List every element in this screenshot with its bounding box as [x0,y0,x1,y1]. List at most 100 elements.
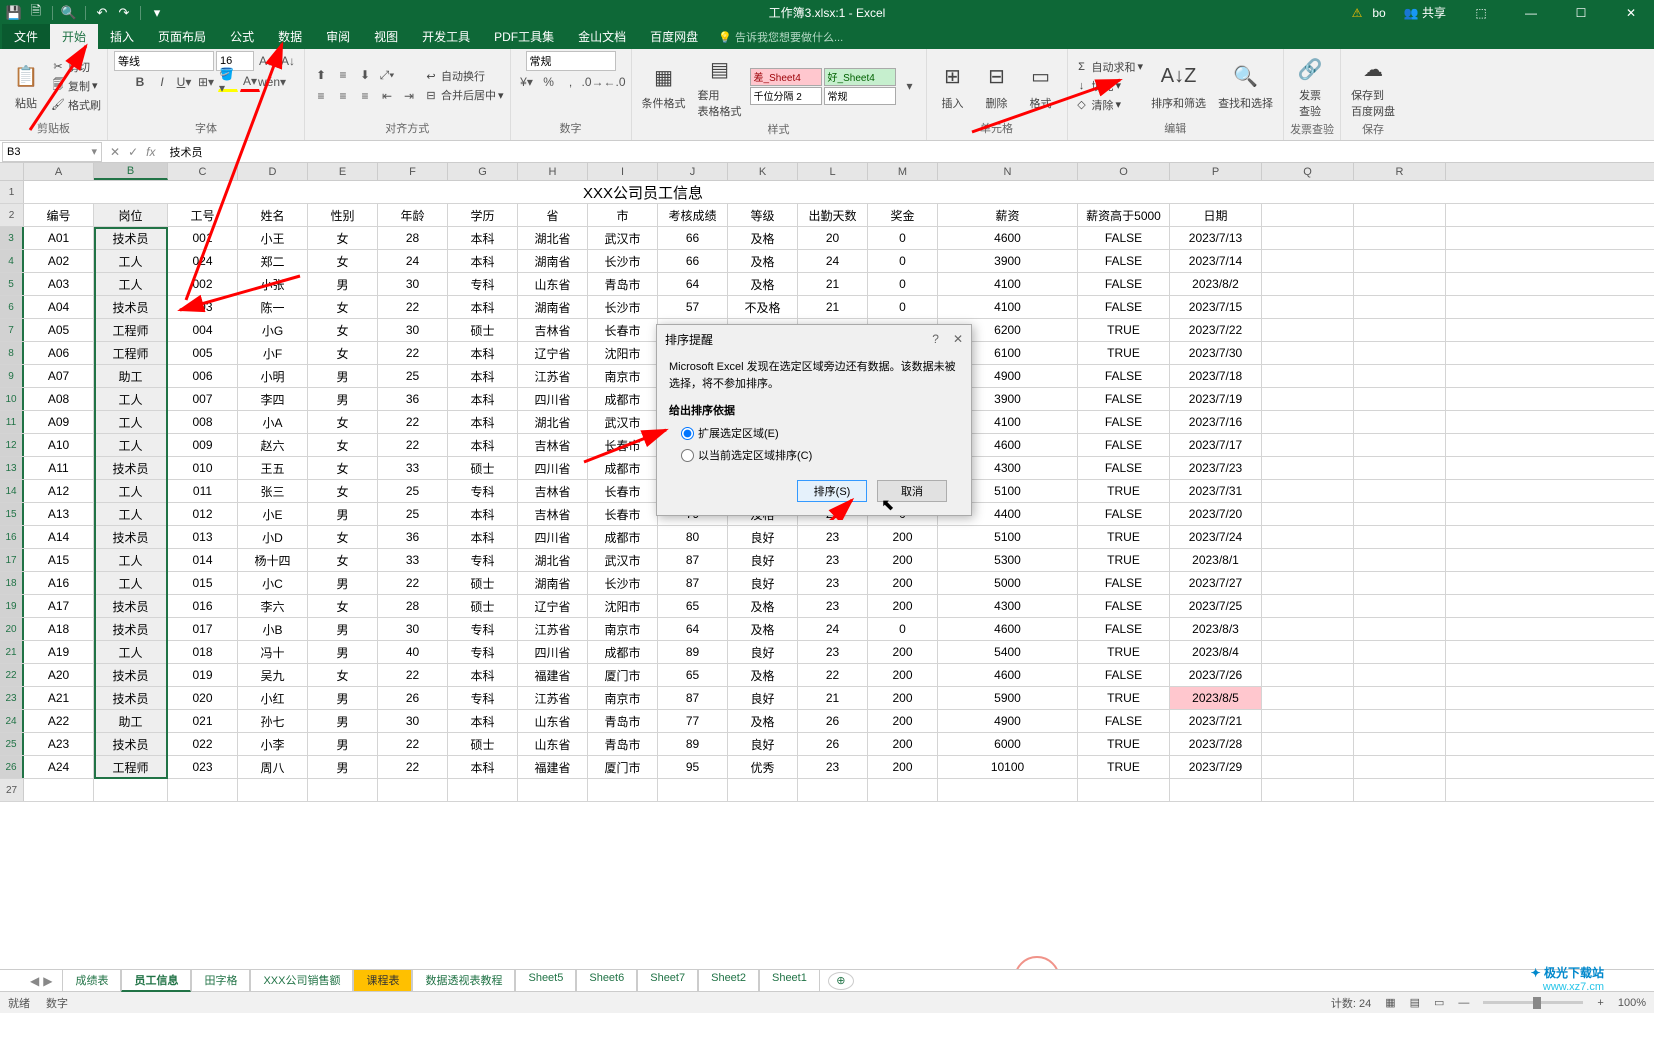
tab-dev[interactable]: 开发工具 [410,24,482,49]
cell[interactable] [1354,319,1446,341]
cancel-formula-icon[interactable]: ✕ [110,145,120,159]
cell[interactable]: A18 [24,618,94,640]
cell[interactable] [1354,779,1446,801]
cell[interactable]: 技术员 [94,733,168,755]
cell[interactable]: 26 [378,687,448,709]
cell[interactable]: 022 [168,733,238,755]
cell[interactable]: 辽宁省 [518,342,588,364]
cell[interactable]: 良好 [728,526,798,548]
cell[interactable]: 长沙市 [588,250,658,272]
cell[interactable]: A13 [24,503,94,525]
cell[interactable]: 5300 [938,549,1078,571]
cell[interactable]: 2023/7/20 [1170,503,1262,525]
cell[interactable]: 工号 [168,204,238,226]
row-header[interactable]: 27 [0,779,24,801]
cell[interactable] [1262,434,1354,456]
cell[interactable] [1354,388,1446,410]
cell[interactable]: 001 [168,227,238,249]
cell[interactable]: 4600 [938,227,1078,249]
cell[interactable]: 2023/7/16 [1170,411,1262,433]
cell[interactable]: 男 [308,503,378,525]
cell[interactable] [1354,503,1446,525]
cell[interactable]: 工人 [94,250,168,272]
cell[interactable]: A04 [24,296,94,318]
cell[interactable]: 长沙市 [588,572,658,594]
col-header-G[interactable]: G [448,163,518,180]
col-header-L[interactable]: L [798,163,868,180]
orientation-icon[interactable]: ⤢▾ [377,65,397,85]
sheet-nav-next-icon[interactable]: ▶ [43,974,52,988]
tab-formulas[interactable]: 公式 [218,24,266,49]
cell[interactable]: FALSE [1078,664,1170,686]
cell[interactable]: 男 [308,641,378,663]
cell[interactable]: 技术员 [94,664,168,686]
delete-cells-button[interactable]: ⊟删除 [977,59,1017,113]
style-normal[interactable]: 常规 [824,87,896,105]
row-header[interactable]: 18 [0,572,24,594]
invoice-check-button[interactable]: 🔗发票 查验 [1290,51,1330,121]
cell[interactable]: 200 [868,549,938,571]
cell[interactable]: A24 [24,756,94,778]
cell[interactable]: 工人 [94,480,168,502]
wrap-text-button[interactable]: ↩自动换行 [423,67,504,85]
cell[interactable] [1262,503,1354,525]
cell[interactable]: 优秀 [728,756,798,778]
cell[interactable]: 及格 [728,710,798,732]
cell[interactable]: 66 [658,250,728,272]
merge-center-button[interactable]: ⊟合并后居中 ▾ [423,86,504,104]
cell[interactable]: 湖南省 [518,572,588,594]
cell[interactable]: 24 [798,618,868,640]
name-box[interactable]: B3 ▾ [2,142,102,162]
cell[interactable]: 23 [798,572,868,594]
cell[interactable]: 冯十 [238,641,308,663]
indent-inc-icon[interactable]: ⇥ [399,86,419,106]
cell[interactable]: 杨十四 [238,549,308,571]
cell[interactable]: 2023/8/1 [1170,549,1262,571]
cell[interactable]: 23 [798,756,868,778]
cell[interactable] [1262,342,1354,364]
cell[interactable]: 95 [658,756,728,778]
dec-decimal-icon[interactable]: ←.0 [605,72,625,92]
cell[interactable]: 小E [238,503,308,525]
cell[interactable]: FALSE [1078,710,1170,732]
cell[interactable]: 本科 [448,434,518,456]
cell[interactable]: 南京市 [588,365,658,387]
cell[interactable]: 等级 [728,204,798,226]
cell[interactable]: 4100 [938,273,1078,295]
cell[interactable]: A12 [24,480,94,502]
redo-icon[interactable]: ↷ [114,3,134,23]
cell[interactable] [168,779,238,801]
cell[interactable]: 男 [308,365,378,387]
cell[interactable]: 65 [658,595,728,617]
cell[interactable]: 本科 [448,411,518,433]
cell[interactable]: 2023/7/25 [1170,595,1262,617]
cell[interactable]: A15 [24,549,94,571]
cell[interactable]: 王五 [238,457,308,479]
cell[interactable]: 女 [308,227,378,249]
cell[interactable]: 33 [378,457,448,479]
col-header-B[interactable]: B [94,163,168,180]
cell[interactable]: 青岛市 [588,273,658,295]
cell[interactable]: FALSE [1078,618,1170,640]
cell[interactable]: FALSE [1078,365,1170,387]
cell[interactable]: A05 [24,319,94,341]
cell[interactable]: 4600 [938,618,1078,640]
cell[interactable] [1262,388,1354,410]
row-header[interactable]: 4 [0,250,24,272]
cell[interactable]: 89 [658,733,728,755]
cell[interactable]: 助工 [94,710,168,732]
cell[interactable]: 本科 [448,365,518,387]
cell[interactable]: A14 [24,526,94,548]
cell[interactable]: FALSE [1078,434,1170,456]
cell[interactable]: 25 [378,503,448,525]
col-header-O[interactable]: O [1078,163,1170,180]
cell[interactable]: FALSE [1078,388,1170,410]
cell[interactable] [378,779,448,801]
phonetic-button[interactable]: wén▾ [262,72,282,92]
tab-insert[interactable]: 插入 [98,24,146,49]
cell[interactable]: 23 [798,641,868,663]
tab-wps[interactable]: 金山文档 [566,24,638,49]
cell[interactable]: 助工 [94,365,168,387]
col-header-K[interactable]: K [728,163,798,180]
indent-dec-icon[interactable]: ⇤ [377,86,397,106]
